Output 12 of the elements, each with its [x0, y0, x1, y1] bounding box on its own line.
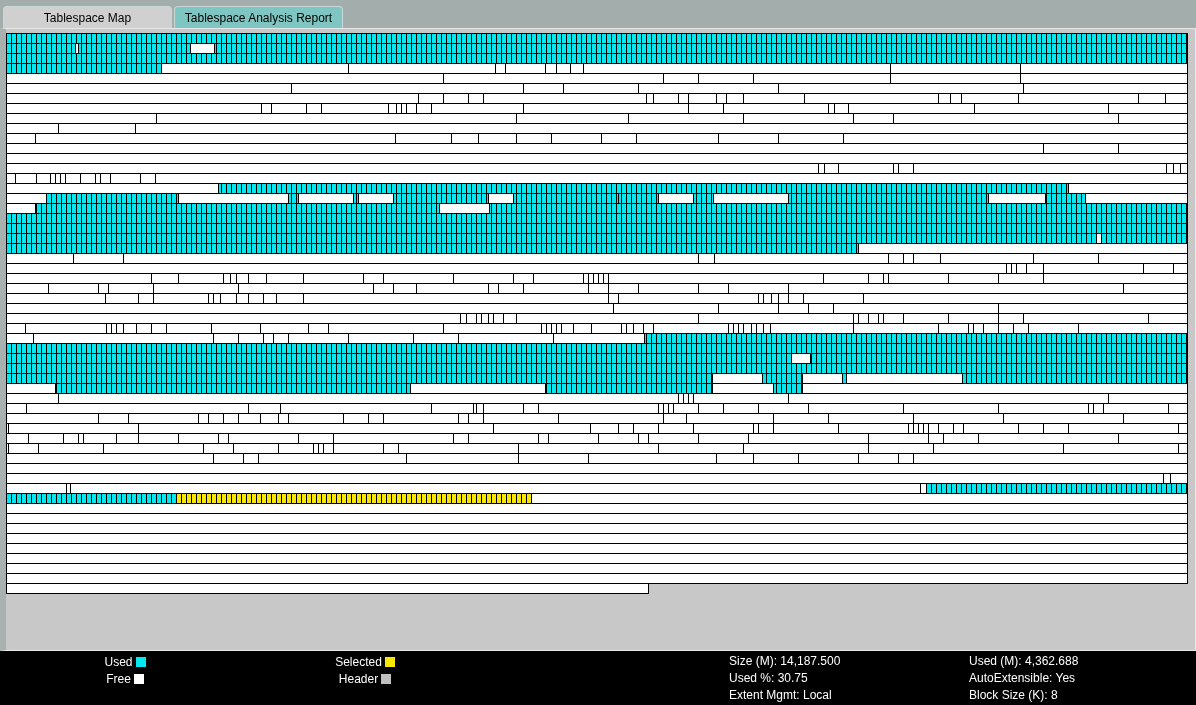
tab[interactable]: Tablespace Map	[3, 6, 172, 28]
stat-text: Size (M): 14,187.500	[729, 653, 842, 670]
legend-label: Free	[106, 671, 131, 686]
tab[interactable]: Tablespace Analysis Report	[174, 6, 343, 28]
legend-label: Used	[104, 654, 133, 669]
legend-label: Selected	[335, 654, 382, 669]
stat-text: Block Size (K): 8	[969, 687, 1059, 704]
legend-label: Header	[338, 671, 379, 686]
stat-text: Used (M): 4,362.688	[969, 653, 1080, 670]
stat-text: AutoExtensible: Yes	[969, 670, 1077, 687]
stat-text: Used %: 30.75	[729, 670, 809, 687]
stat-text: Extent Mgmt: Local	[729, 687, 833, 704]
